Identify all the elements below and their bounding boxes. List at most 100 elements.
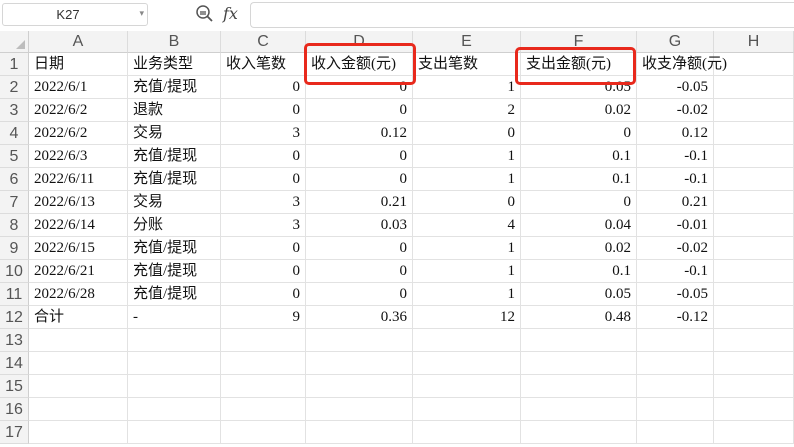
zoom-formula-icon[interactable] bbox=[195, 4, 215, 24]
cell-d14[interactable] bbox=[306, 352, 413, 375]
column-header-h[interactable]: H bbox=[714, 31, 794, 53]
cell-b13[interactable] bbox=[128, 329, 221, 352]
cell-e12[interactable]: 12 bbox=[413, 306, 521, 329]
cell-f16[interactable] bbox=[521, 398, 637, 421]
cell-c2[interactable]: 0 bbox=[221, 76, 306, 99]
cell-c7[interactable]: 3 bbox=[221, 191, 306, 214]
cell-b3[interactable]: 退款 bbox=[128, 99, 221, 122]
spreadsheet-grid[interactable]: A B C D E F G H 1 2 3 4 5 6 7 8 9 10 11 12 13 14 15 16 17 日期 业务类型收… bbox=[0, 31, 794, 447]
cell-b4[interactable]: 交易 bbox=[128, 122, 221, 145]
cell-f15[interactable] bbox=[521, 375, 637, 398]
cell-h3[interactable] bbox=[714, 99, 794, 122]
cell-a16[interactable] bbox=[29, 398, 128, 421]
cell-c3[interactable]: 0 bbox=[221, 99, 306, 122]
cell-e7[interactable]: 0 bbox=[413, 191, 521, 214]
cell-a11[interactable]: 2022/6/28 bbox=[29, 283, 128, 306]
cell-d11[interactable]: 0 bbox=[306, 283, 413, 306]
cell-b14[interactable] bbox=[128, 352, 221, 375]
cell-d10[interactable]: 0 bbox=[306, 260, 413, 283]
cell-h10[interactable] bbox=[714, 260, 794, 283]
cell-c5[interactable]: 0 bbox=[221, 145, 306, 168]
row-header-14[interactable]: 14 bbox=[0, 352, 29, 375]
cell-b1[interactable]: 业务类型 bbox=[128, 53, 221, 76]
cell-a17[interactable] bbox=[29, 421, 128, 444]
cell-h6[interactable] bbox=[714, 168, 794, 191]
cell-e13[interactable] bbox=[413, 329, 521, 352]
cell-f1[interactable]: 支出金额(元) bbox=[521, 53, 637, 76]
cell-a8[interactable]: 2022/6/14 bbox=[29, 214, 128, 237]
cell-b16[interactable] bbox=[128, 398, 221, 421]
cell-e9[interactable]: 1 bbox=[413, 237, 521, 260]
row-header-8[interactable]: 8 bbox=[0, 214, 29, 237]
row-header-12[interactable]: 12 bbox=[0, 306, 29, 329]
cell-a3[interactable]: 2022/6/2 bbox=[29, 99, 128, 122]
row-header-11[interactable]: 11 bbox=[0, 283, 29, 306]
cell-a5[interactable]: 2022/6/3 bbox=[29, 145, 128, 168]
cell-f4[interactable]: 0 bbox=[521, 122, 637, 145]
cell-c9[interactable]: 0 bbox=[221, 237, 306, 260]
cell-h16[interactable] bbox=[714, 398, 794, 421]
dropdown-arrow-icon[interactable]: ▾ bbox=[139, 4, 144, 25]
cell-h4[interactable] bbox=[714, 122, 794, 145]
cell-e16[interactable] bbox=[413, 398, 521, 421]
cell-d7[interactable]: 0.21 bbox=[306, 191, 413, 214]
cell-g1[interactable]: 收支净额(元) bbox=[637, 53, 727, 76]
cell-d1[interactable]: 收入金额(元) bbox=[306, 53, 413, 76]
cell-g10[interactable]: -0.1 bbox=[637, 260, 714, 283]
cell-g14[interactable] bbox=[637, 352, 714, 375]
cell-a2[interactable]: 2022/6/1 bbox=[29, 76, 128, 99]
select-all-icon[interactable] bbox=[0, 31, 29, 53]
cell-b12[interactable]: - bbox=[128, 306, 221, 329]
cell-g8[interactable]: -0.01 bbox=[637, 214, 714, 237]
cell-b15[interactable] bbox=[128, 375, 221, 398]
cell-d8[interactable]: 0.03 bbox=[306, 214, 413, 237]
row-header-1[interactable]: 1 bbox=[0, 53, 29, 76]
cell-c17[interactable] bbox=[221, 421, 306, 444]
cell-g11[interactable]: -0.05 bbox=[637, 283, 714, 306]
cell-f10[interactable]: 0.1 bbox=[521, 260, 637, 283]
cell-d2[interactable]: 0 bbox=[306, 76, 413, 99]
cell-e5[interactable]: 1 bbox=[413, 145, 521, 168]
column-header-c[interactable]: C bbox=[221, 31, 306, 53]
cell-f12[interactable]: 0.48 bbox=[521, 306, 637, 329]
cell-c11[interactable]: 0 bbox=[221, 283, 306, 306]
cell-f13[interactable] bbox=[521, 329, 637, 352]
cell-g2[interactable]: -0.05 bbox=[637, 76, 714, 99]
cell-h9[interactable] bbox=[714, 237, 794, 260]
cell-b5[interactable]: 充值/提现 bbox=[128, 145, 221, 168]
cell-a14[interactable] bbox=[29, 352, 128, 375]
cell-g3[interactable]: -0.02 bbox=[637, 99, 714, 122]
cell-c15[interactable] bbox=[221, 375, 306, 398]
cell-e14[interactable] bbox=[413, 352, 521, 375]
cell-d4[interactable]: 0.12 bbox=[306, 122, 413, 145]
cell-e1[interactable]: 支出笔数 bbox=[413, 53, 521, 76]
row-header-10[interactable]: 10 bbox=[0, 260, 29, 283]
cell-h14[interactable] bbox=[714, 352, 794, 375]
cell-d16[interactable] bbox=[306, 398, 413, 421]
cell-g5[interactable]: -0.1 bbox=[637, 145, 714, 168]
cell-f14[interactable] bbox=[521, 352, 637, 375]
cell-g12[interactable]: -0.12 bbox=[637, 306, 714, 329]
cell-c13[interactable] bbox=[221, 329, 306, 352]
cell-c14[interactable] bbox=[221, 352, 306, 375]
column-header-d[interactable]: D bbox=[306, 31, 413, 53]
cell-a1[interactable]: 日期 bbox=[29, 53, 128, 76]
cell-h1[interactable] bbox=[714, 53, 794, 76]
formula-input[interactable] bbox=[250, 2, 794, 28]
cell-d15[interactable] bbox=[306, 375, 413, 398]
row-header-3[interactable]: 3 bbox=[0, 99, 29, 122]
cell-f9[interactable]: 0.02 bbox=[521, 237, 637, 260]
cell-g17[interactable] bbox=[637, 421, 714, 444]
cell-a9[interactable]: 2022/6/15 bbox=[29, 237, 128, 260]
cell-c6[interactable]: 0 bbox=[221, 168, 306, 191]
cell-f5[interactable]: 0.1 bbox=[521, 145, 637, 168]
cell-f17[interactable] bbox=[521, 421, 637, 444]
cell-a7[interactable]: 2022/6/13 bbox=[29, 191, 128, 214]
cell-g9[interactable]: -0.02 bbox=[637, 237, 714, 260]
cell-a12[interactable]: 合计 bbox=[29, 306, 128, 329]
column-header-f[interactable]: F bbox=[521, 31, 637, 53]
row-header-2[interactable]: 2 bbox=[0, 76, 29, 99]
cell-c12[interactable]: 9 bbox=[221, 306, 306, 329]
cell-e11[interactable]: 1 bbox=[413, 283, 521, 306]
row-header-6[interactable]: 6 bbox=[0, 168, 29, 191]
